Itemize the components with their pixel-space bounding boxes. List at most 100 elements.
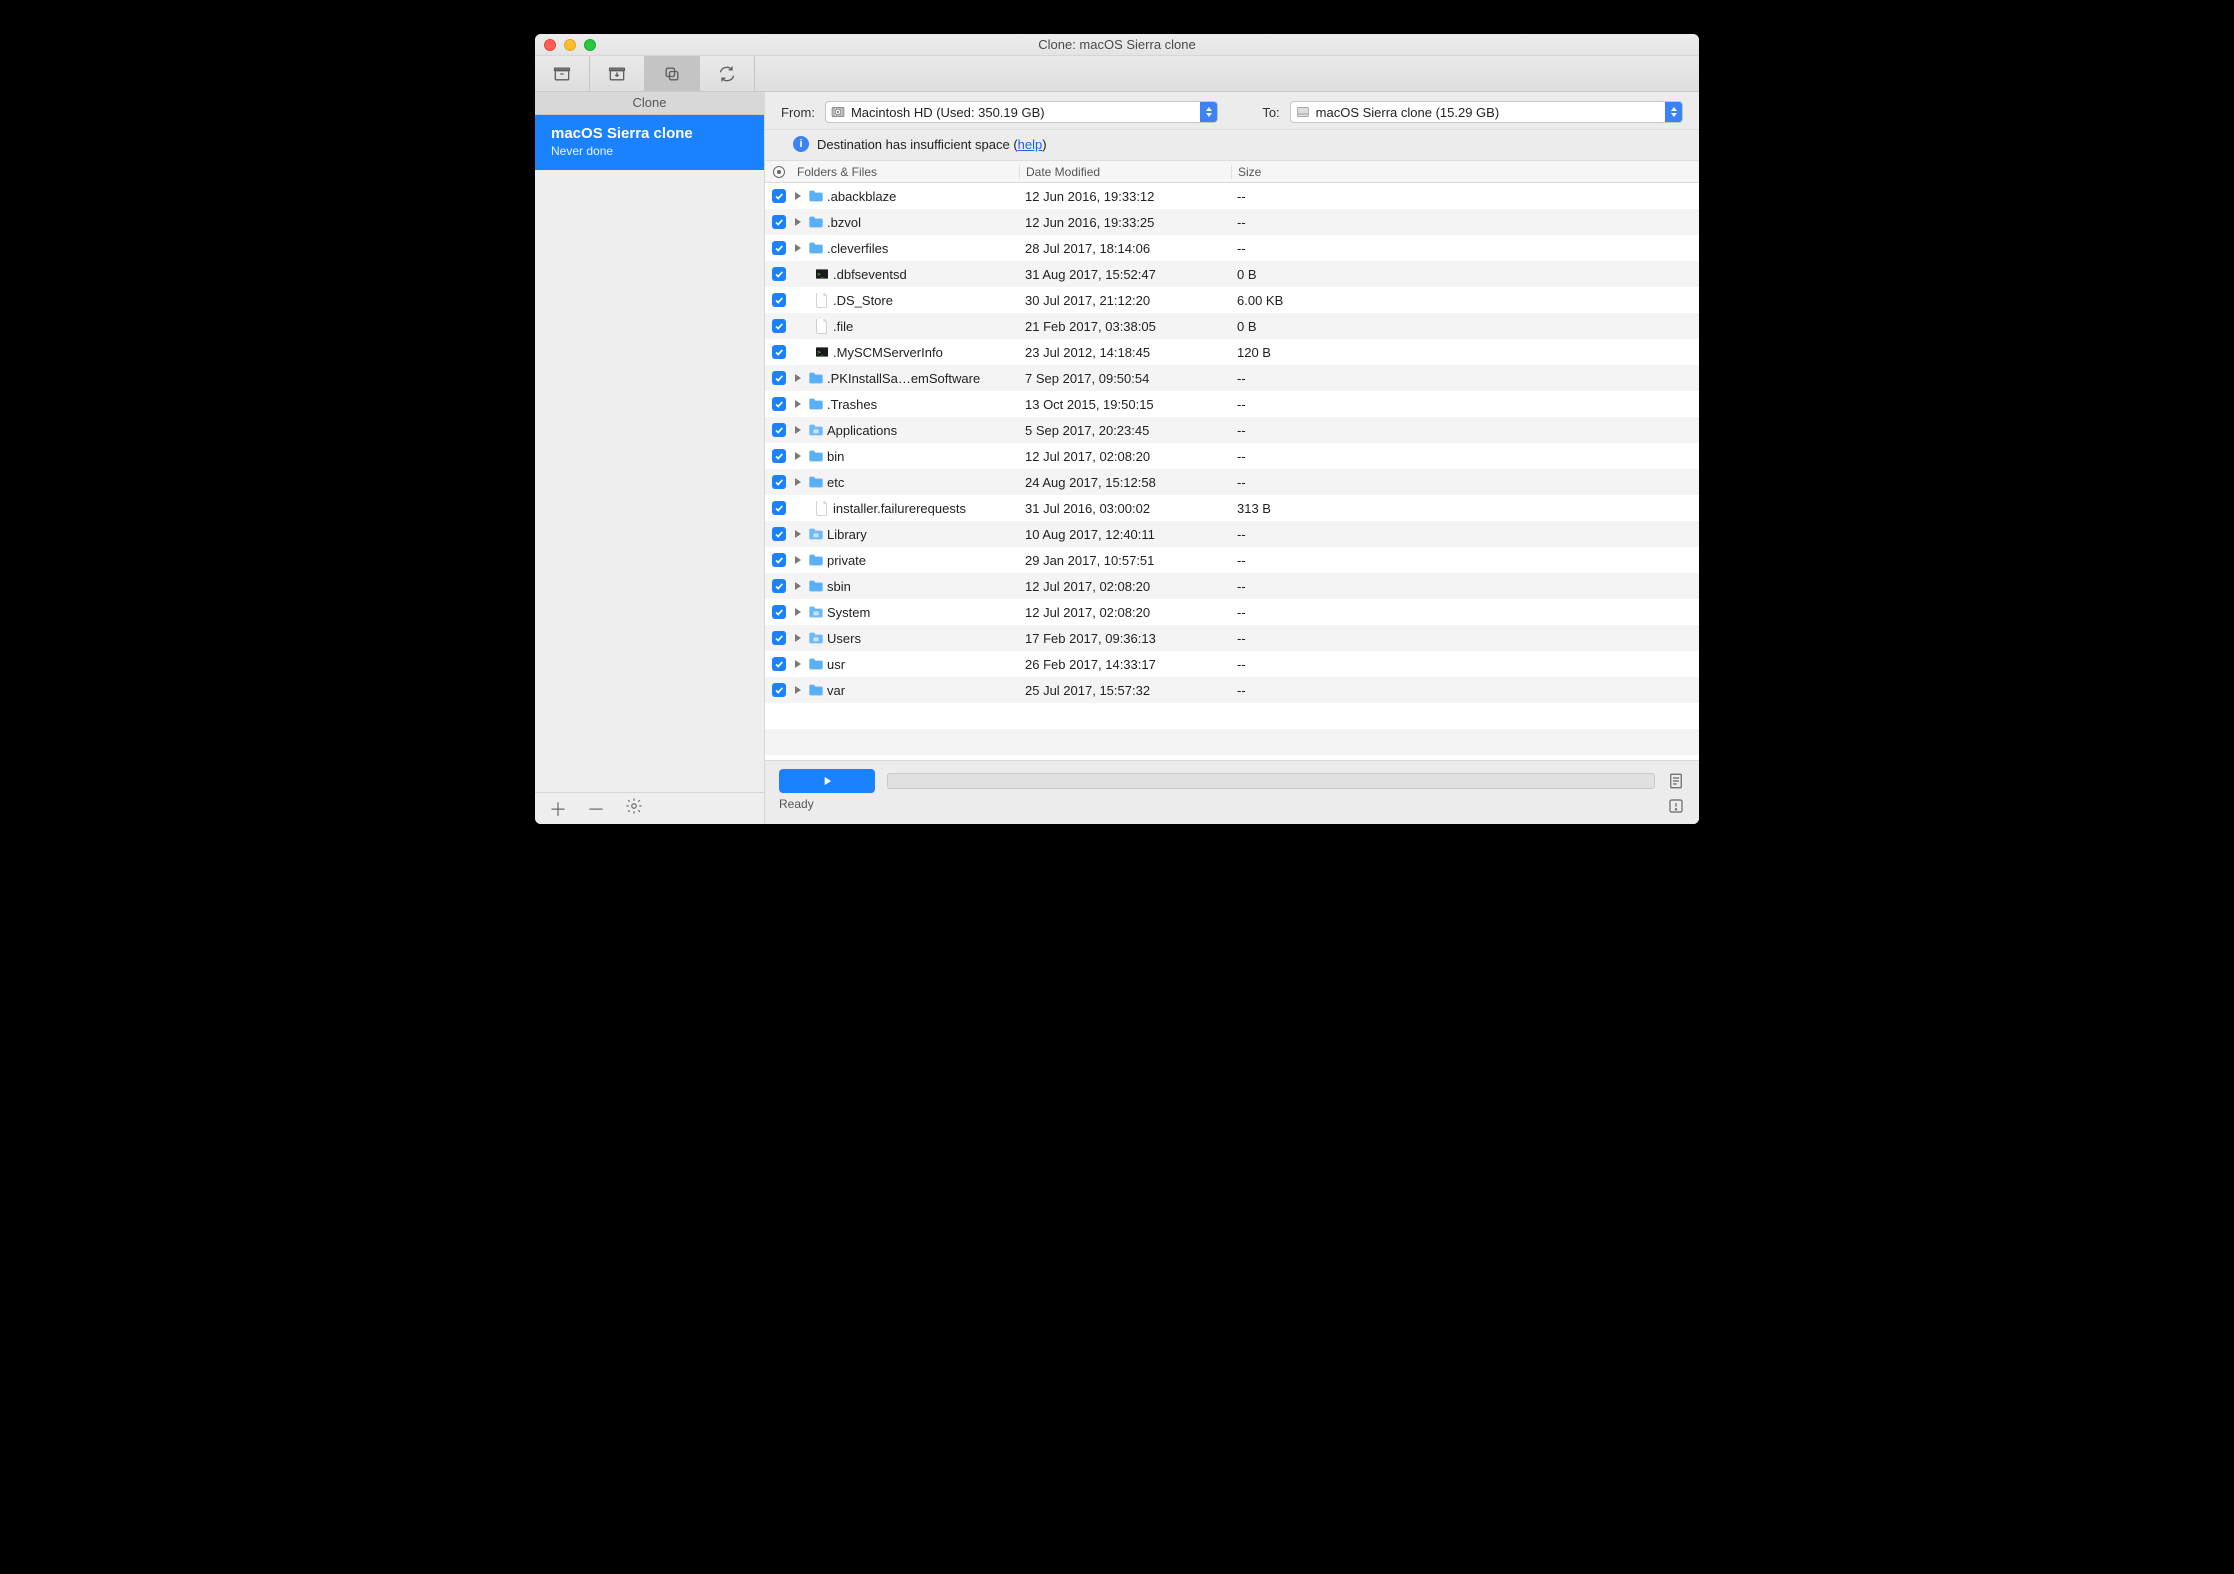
mode-toolbar [535,56,1699,92]
row-checkbox[interactable] [772,657,786,671]
table-row[interactable]: .PKInstallSa…emSoftware7 Sep 2017, 09:50… [765,365,1699,391]
remove-task-button[interactable]: － [587,796,605,822]
disclosure-triangle-icon[interactable] [795,426,801,434]
col-name[interactable]: Folders & Files [793,165,1019,179]
disclosure-triangle-icon[interactable] [795,582,801,590]
table-row[interactable]: var25 Jul 2017, 15:57:32-- [765,677,1699,703]
row-checkbox[interactable] [772,319,786,333]
table-row[interactable]: private29 Jan 2017, 10:57:51-- [765,547,1699,573]
file-size: 120 B [1231,345,1341,360]
alert-icon[interactable] [1667,797,1685,815]
file-size: -- [1231,189,1341,204]
disclosure-triangle-icon[interactable] [795,244,801,252]
row-checkbox[interactable] [772,553,786,567]
folder-icon [808,657,824,671]
table-row[interactable]: sbin12 Jul 2017, 02:08:20-- [765,573,1699,599]
disclosure-triangle-icon[interactable] [795,218,801,226]
disclosure-triangle-icon[interactable] [795,478,801,486]
row-checkbox[interactable] [772,683,786,697]
disclosure-triangle-icon[interactable] [795,556,801,564]
row-checkbox[interactable] [772,449,786,463]
run-button[interactable] [779,769,875,793]
row-checkbox[interactable] [772,189,786,203]
disclosure-triangle-icon[interactable] [795,608,801,616]
row-checkbox[interactable] [772,501,786,515]
file-name: .file [833,319,853,334]
window-title: Clone: macOS Sierra clone [535,37,1699,52]
task-item[interactable]: macOS Sierra clone Never done [535,115,764,170]
disclosure-triangle-icon[interactable] [795,634,801,642]
row-checkbox[interactable] [772,215,786,229]
disclosure-triangle-icon[interactable] [795,400,801,408]
table-row[interactable]: .DS_Store30 Jul 2017, 21:12:206.00 KB [765,287,1699,313]
row-checkbox[interactable] [772,345,786,359]
from-volume-select[interactable]: Macintosh HD (Used: 350.19 GB) [825,101,1218,123]
mode-sync-button[interactable] [700,56,755,91]
table-row[interactable]: >_.dbfseventsd31 Aug 2017, 15:52:470 B [765,261,1699,287]
file-size: -- [1231,527,1341,542]
folder-icon [808,553,824,567]
col-size[interactable]: Size [1231,165,1341,179]
row-checkbox[interactable] [772,267,786,281]
table-row[interactable]: bin12 Jul 2017, 02:08:20-- [765,443,1699,469]
file-date: 12 Jul 2017, 02:08:20 [1019,605,1231,620]
table-row[interactable]: .abackblaze12 Jun 2016, 19:33:12-- [765,183,1699,209]
mode-restore-button[interactable] [590,56,645,91]
log-icon[interactable] [1667,772,1685,790]
file-icon [814,293,830,307]
table-row[interactable]: .Trashes13 Oct 2015, 19:50:15-- [765,391,1699,417]
mode-clone-button[interactable] [645,56,700,91]
table-row[interactable]: .file21 Feb 2017, 03:38:050 B [765,313,1699,339]
minimize-window-button[interactable] [564,39,576,51]
table-row[interactable]: usr26 Feb 2017, 14:33:17-- [765,651,1699,677]
file-name: Applications [827,423,897,438]
table-row[interactable]: Library10 Aug 2017, 12:40:11-- [765,521,1699,547]
row-checkbox[interactable] [772,631,786,645]
row-checkbox[interactable] [772,423,786,437]
row-checkbox[interactable] [772,475,786,489]
folder-sys-icon [808,423,824,437]
folder-icon [808,397,824,411]
disclosure-triangle-icon[interactable] [795,660,801,668]
disk-icon [830,104,846,120]
table-row[interactable]: Users17 Feb 2017, 09:36:13-- [765,625,1699,651]
row-checkbox[interactable] [772,293,786,307]
target-icon[interactable] [773,166,785,178]
disclosure-triangle-icon[interactable] [795,192,801,200]
disclosure-triangle-icon[interactable] [795,530,801,538]
table-row[interactable]: .bzvol12 Jun 2016, 19:33:25-- [765,209,1699,235]
zoom-window-button[interactable] [584,39,596,51]
row-checkbox[interactable] [772,527,786,541]
file-date: 7 Sep 2017, 09:50:54 [1019,371,1231,386]
mode-backup-button[interactable] [535,56,590,91]
table-row[interactable]: System12 Jul 2017, 02:08:20-- [765,599,1699,625]
file-size: 0 B [1231,267,1341,282]
disk-icon [1295,104,1311,120]
to-volume-value: macOS Sierra clone (15.29 GB) [1316,105,1500,120]
table-row[interactable]: >_.MySCMServerInfo23 Jul 2012, 14:18:451… [765,339,1699,365]
row-checkbox[interactable] [772,241,786,255]
file-size: 0 B [1231,319,1341,334]
close-window-button[interactable] [544,39,556,51]
svg-text:>_: >_ [817,272,824,278]
table-row[interactable]: installer.failurerequests31 Jul 2016, 03… [765,495,1699,521]
disclosure-triangle-icon[interactable] [795,452,801,460]
from-volume-value: Macintosh HD (Used: 350.19 GB) [851,105,1045,120]
row-checkbox[interactable] [772,371,786,385]
folder-icon [808,475,824,489]
table-row[interactable]: etc24 Aug 2017, 15:12:58-- [765,469,1699,495]
help-link[interactable]: help [1018,137,1043,152]
table-row[interactable]: .cleverfiles28 Jul 2017, 18:14:06-- [765,235,1699,261]
disclosure-triangle-icon[interactable] [795,374,801,382]
col-date[interactable]: Date Modified [1019,165,1231,179]
row-checkbox[interactable] [772,397,786,411]
warning-text: Destination has insufficient space ( [817,137,1018,152]
add-task-button[interactable]: ＋ [549,796,567,822]
table-row[interactable]: Applications5 Sep 2017, 20:23:45-- [765,417,1699,443]
to-volume-select[interactable]: macOS Sierra clone (15.29 GB) [1290,101,1683,123]
file-name: Users [827,631,861,646]
row-checkbox[interactable] [772,579,786,593]
settings-button[interactable] [625,797,643,820]
row-checkbox[interactable] [772,605,786,619]
disclosure-triangle-icon[interactable] [795,686,801,694]
